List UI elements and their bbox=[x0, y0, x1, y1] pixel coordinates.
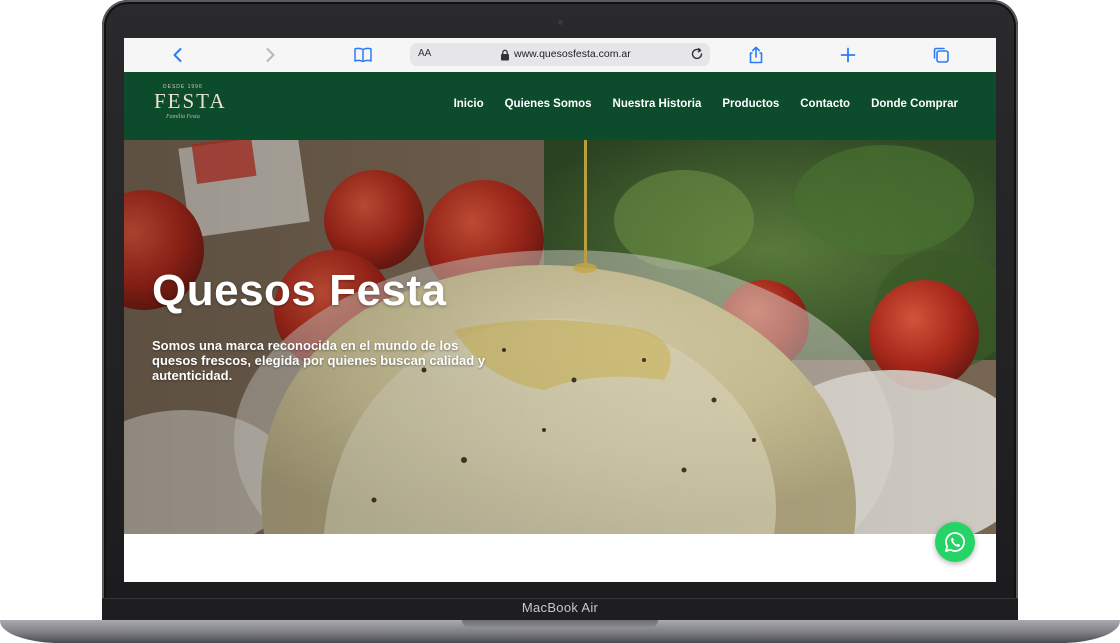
nav-nuestra-historia[interactable]: Nuestra Historia bbox=[613, 98, 702, 110]
new-tab-icon[interactable] bbox=[838, 45, 858, 65]
url-text: www.quesosfesta.com.ar bbox=[514, 48, 631, 60]
hero-banner: Quesos Festa Somos una marca reconocida … bbox=[124, 140, 996, 534]
device-label: MacBook Air bbox=[521, 600, 599, 615]
hero-title: Quesos Festa bbox=[152, 266, 447, 315]
share-icon[interactable] bbox=[746, 45, 766, 65]
nav-productos[interactable]: Productos bbox=[722, 98, 779, 110]
hero-subtitle: Somos una marca reconocida en el mundo d… bbox=[152, 338, 486, 383]
text-size-button[interactable]: AA bbox=[418, 48, 431, 59]
logo-signature: Familia Festa bbox=[166, 114, 200, 120]
forward-icon[interactable] bbox=[260, 45, 280, 65]
site-header: DESDE 1996 FESTA Familia Festa Inicio Qu… bbox=[124, 72, 996, 140]
camera bbox=[558, 20, 563, 25]
bookmarks-icon[interactable] bbox=[353, 45, 373, 65]
hero-overlay bbox=[124, 140, 996, 534]
browser-screen: AA www.quesosfesta.com.ar DESDE 1996 FES… bbox=[124, 38, 996, 582]
festa-logo[interactable]: DESDE 1996 FESTA Familia Festa bbox=[154, 84, 234, 128]
laptop-notch bbox=[462, 620, 658, 628]
nav-donde-comprar[interactable]: Donde Comprar bbox=[871, 98, 958, 110]
nav-inicio[interactable]: Inicio bbox=[454, 98, 484, 110]
tabs-icon[interactable] bbox=[931, 45, 951, 65]
url-bar[interactable]: AA www.quesosfesta.com.ar bbox=[410, 43, 710, 66]
back-icon[interactable] bbox=[168, 45, 188, 65]
nav-contacto[interactable]: Contacto bbox=[800, 98, 850, 110]
nav-quienes-somos[interactable]: Quienes Somos bbox=[505, 98, 592, 110]
main-nav: Inicio Quienes Somos Nuestra Historia Pr… bbox=[454, 98, 958, 110]
whatsapp-icon bbox=[945, 532, 965, 552]
logo-wordmark: FESTA bbox=[154, 89, 227, 113]
browser-toolbar: AA www.quesosfesta.com.ar bbox=[124, 38, 996, 73]
reload-icon[interactable] bbox=[690, 47, 704, 61]
whatsapp-button[interactable] bbox=[935, 522, 975, 562]
lock-icon bbox=[500, 48, 510, 61]
